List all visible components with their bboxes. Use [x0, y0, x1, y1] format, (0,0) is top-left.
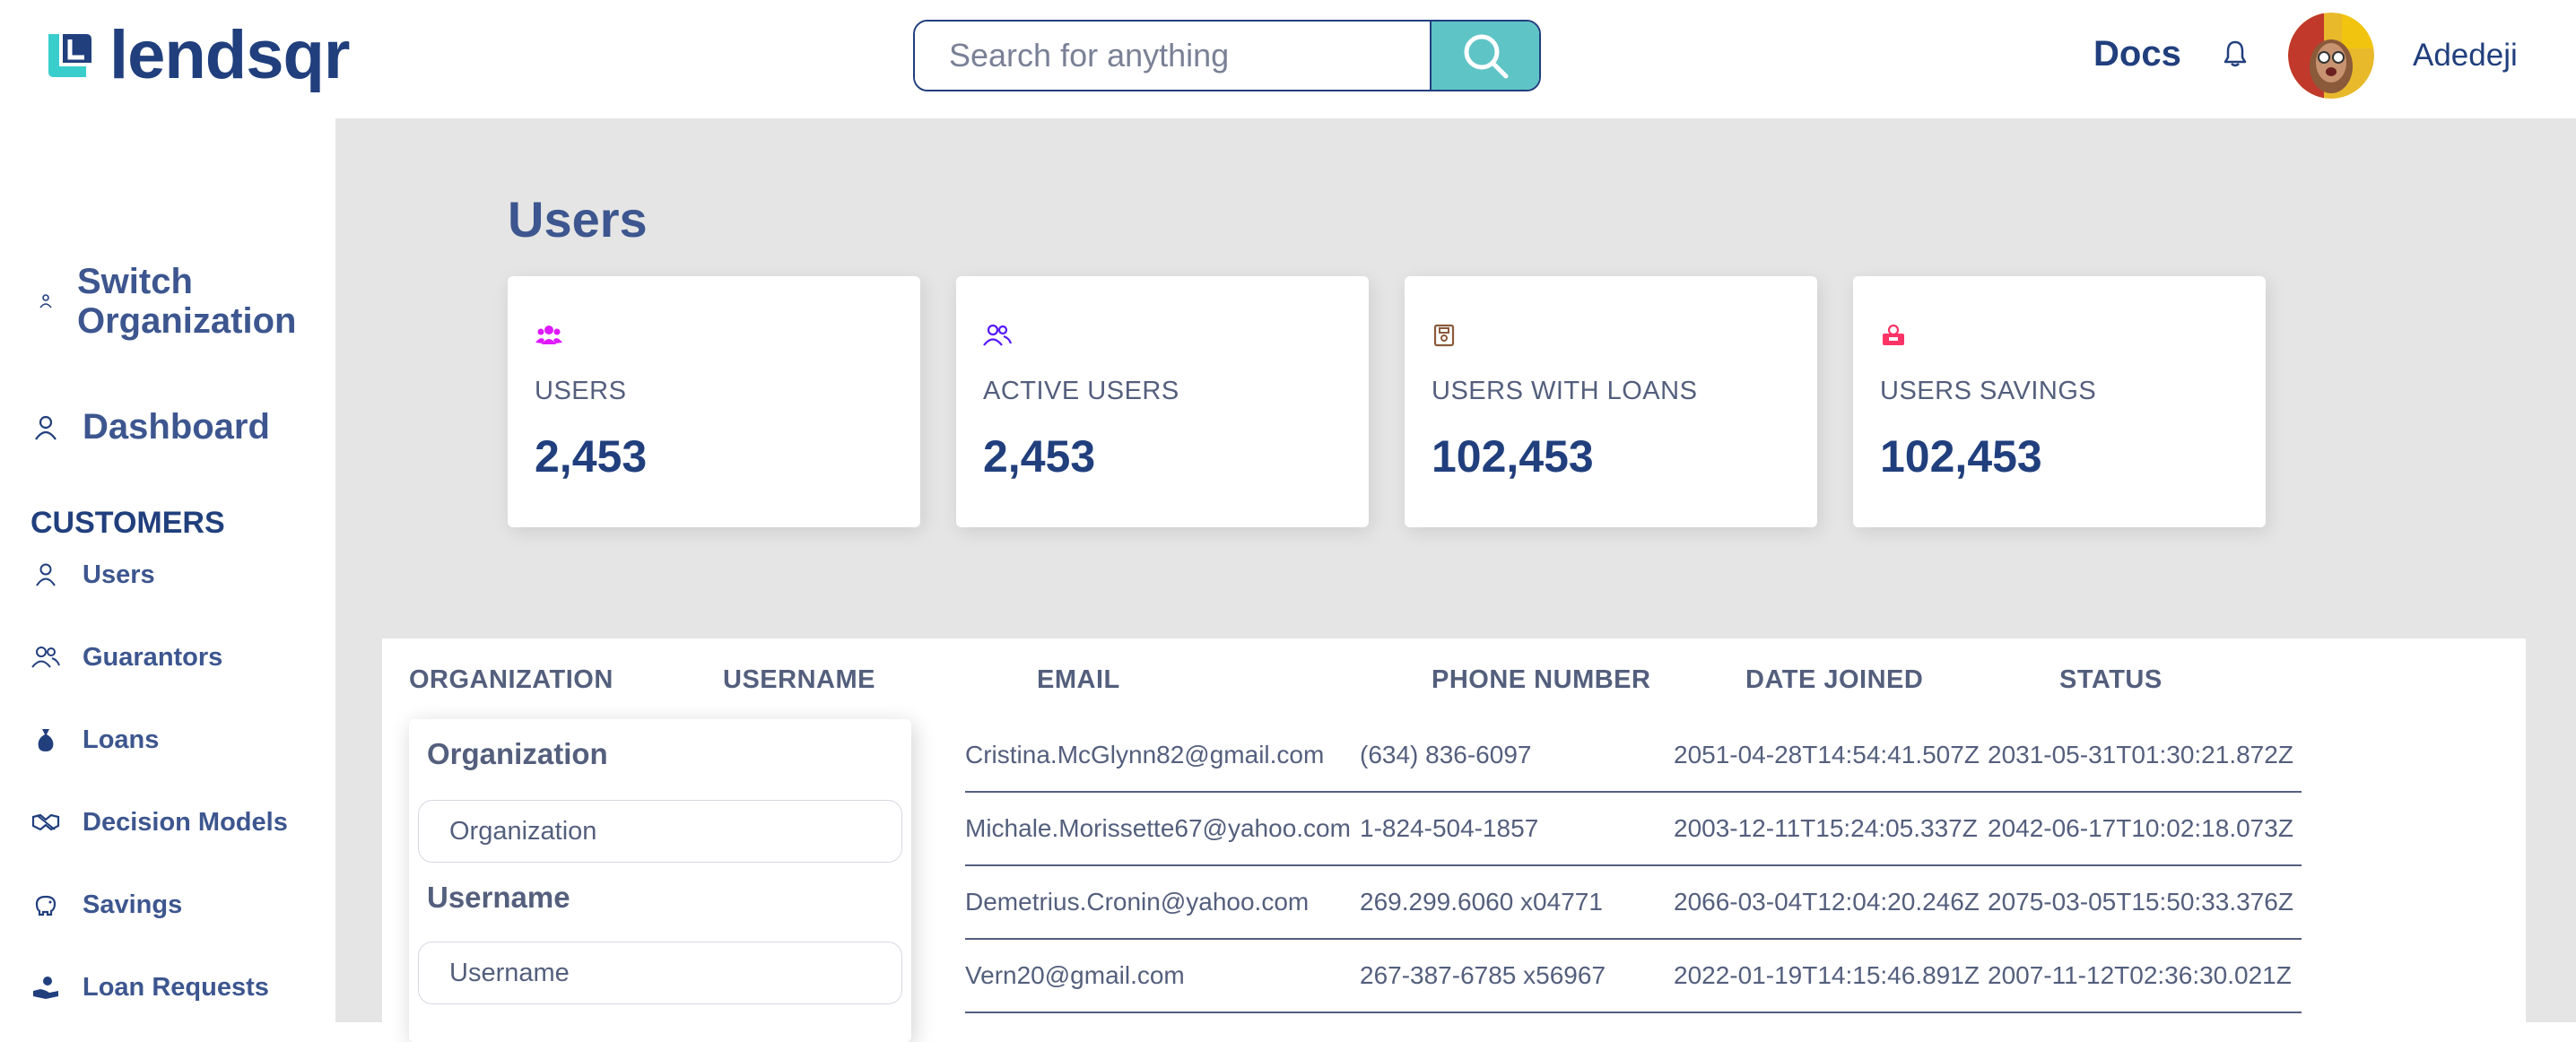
docs-link[interactable]: Docs	[2093, 34, 2181, 74]
user-avatar[interactable]	[2288, 13, 2374, 99]
cell-status: 2042-06-17T10:02:18.073Z	[1988, 814, 2293, 842]
cell-phone: 267-387-6785 x56967	[1360, 961, 1606, 989]
stat-label: USERS WITH LOANS	[1432, 377, 1698, 405]
active-users-icon	[983, 323, 1013, 352]
sidebar-item-label: Loans	[83, 725, 160, 754]
sidebar: Switch Organization Dashboard CUSTOMERS …	[0, 118, 335, 1022]
cell-phone: 269.299.6060 x04771	[1360, 888, 1603, 916]
stat-value: 2,453	[983, 431, 1096, 482]
main-content: Users USERS 2,453 ACTIVE USERS 2,453 USE…	[335, 118, 2576, 1042]
section-title-customers: CUSTOMERS	[30, 506, 225, 540]
switch-organization-button[interactable]: Switch Organization	[30, 262, 296, 341]
sidebar-item-label: Loan Requests	[83, 972, 269, 1002]
page-title: Users	[508, 191, 648, 247]
stat-card-users-with-loans: USERS WITH LOANS 102,453	[1405, 276, 1817, 527]
table-row[interactable]: Demetrius.Cronin@yahoo.com 269.299.6060 …	[965, 866, 2302, 940]
dashboard-label: Dashboard	[83, 407, 270, 447]
search-input[interactable]	[915, 22, 1430, 90]
cell-date-joined: 2003-12-11T15:24:05.337Z	[1674, 814, 1978, 842]
sidebar-item-decision-models[interactable]: Decision Models	[30, 807, 288, 838]
sidebar-item-users[interactable]: Users	[30, 560, 155, 590]
organization-filter-input[interactable]	[418, 800, 902, 863]
cell-phone: (634) 836-6097	[1360, 741, 1532, 768]
table-row[interactable]: Michale.Morissette67@yahoo.com 1-824-504…	[965, 793, 2302, 866]
cell-status: 2007-11-12T02:36:30.021Z	[1988, 961, 2292, 989]
user-icon	[30, 560, 61, 590]
logo-mark-icon	[47, 30, 93, 81]
column-header-date-joined[interactable]: DATE JOINED	[1745, 665, 1923, 695]
filter-panel: Organization Username	[409, 719, 911, 1042]
stat-label: USERS SAVINGS	[1880, 377, 2097, 405]
sack-icon	[30, 725, 61, 755]
cell-date-joined: 2051-04-28T14:54:41.507Z	[1674, 741, 1980, 768]
cell-email: Demetrius.Cronin@yahoo.com	[965, 888, 1310, 916]
top-bar: lendsqr Docs	[0, 0, 2576, 118]
users-icon	[30, 642, 61, 673]
column-header-organization[interactable]: ORGANIZATION	[409, 665, 614, 695]
cell-email: Michale.Morissette67@yahoo.com	[965, 814, 1351, 842]
stat-label: ACTIVE USERS	[983, 377, 1179, 405]
cell-phone: 1-824-504-1857	[1360, 814, 1539, 842]
table-row[interactable]: Cristina.McGlynn82@gmail.com (634) 836-6…	[965, 719, 2302, 793]
switch-org-line2: Organization	[77, 301, 297, 341]
search-button[interactable]	[1430, 22, 1539, 90]
column-header-username[interactable]: USERNAME	[723, 665, 875, 695]
cell-email: Cristina.McGlynn82@gmail.com	[965, 741, 1325, 768]
notification-bell-icon[interactable]	[2223, 39, 2248, 73]
sidebar-item-loan-requests[interactable]: Loan Requests	[30, 972, 269, 1003]
stat-value: 102,453	[1880, 431, 2042, 482]
stat-label: USERS	[535, 377, 627, 405]
sidebar-item-label: Savings	[83, 890, 183, 919]
handshake-icon	[30, 807, 61, 838]
users-table: ORGANIZATION USERNAME EMAIL PHONE NUMBER…	[382, 638, 2526, 1042]
search-icon	[1464, 34, 1509, 79]
table-row[interactable]: Vern20@gmail.com 267-387-6785 x56967 202…	[965, 940, 2302, 1013]
column-header-email[interactable]: EMAIL	[1037, 665, 1120, 695]
cell-email: Vern20@gmail.com	[965, 961, 1185, 989]
hand-coin-icon	[30, 972, 61, 1003]
column-header-status[interactable]: STATUS	[2059, 665, 2163, 695]
username-filter-input[interactable]	[418, 942, 902, 1004]
stat-card-users: USERS 2,453	[508, 276, 920, 527]
cell-status: 2031-05-31T01:30:21.872Z	[1988, 741, 2293, 768]
users-icon	[535, 323, 563, 352]
sidebar-item-dashboard[interactable]: Dashboard	[30, 407, 270, 447]
cell-date-joined: 2066-03-04T12:04:20.246Z	[1674, 888, 1980, 916]
stat-value: 2,453	[535, 431, 648, 482]
logo-text: lendsqr	[109, 17, 350, 93]
sidebar-item-label: Decision Models	[83, 807, 288, 837]
stat-card-active-users: ACTIVE USERS 2,453	[956, 276, 1369, 527]
savings-icon	[1880, 323, 1909, 352]
filter-label-organization: Organization	[427, 737, 608, 770]
search-bar	[913, 20, 1541, 91]
sidebar-item-savings[interactable]: Savings	[30, 890, 182, 920]
home-icon	[30, 412, 61, 443]
stat-value: 102,453	[1432, 431, 1594, 482]
cell-date-joined: 2022-01-19T14:15:46.891Z	[1674, 961, 1980, 989]
sidebar-item-label: Users	[83, 560, 155, 589]
sidebar-item-guarantors[interactable]: Guarantors	[30, 642, 222, 673]
cell-status: 2075-03-05T15:50:33.376Z	[1988, 888, 2293, 916]
stat-card-users-savings: USERS SAVINGS 102,453	[1853, 276, 2266, 527]
loan-doc-icon	[1432, 323, 1460, 352]
column-header-phone-number[interactable]: PHONE NUMBER	[1432, 665, 1650, 695]
switch-org-line1: Switch	[77, 262, 193, 301]
sidebar-item-label: Guarantors	[83, 642, 223, 672]
filter-label-username: Username	[427, 881, 570, 914]
logo[interactable]: lendsqr	[47, 22, 350, 90]
sidebar-item-loans[interactable]: Loans	[30, 725, 159, 755]
piggy-bank-icon	[30, 890, 61, 920]
briefcase-icon	[30, 286, 61, 317]
user-name[interactable]: Adedeji	[2413, 38, 2518, 74]
